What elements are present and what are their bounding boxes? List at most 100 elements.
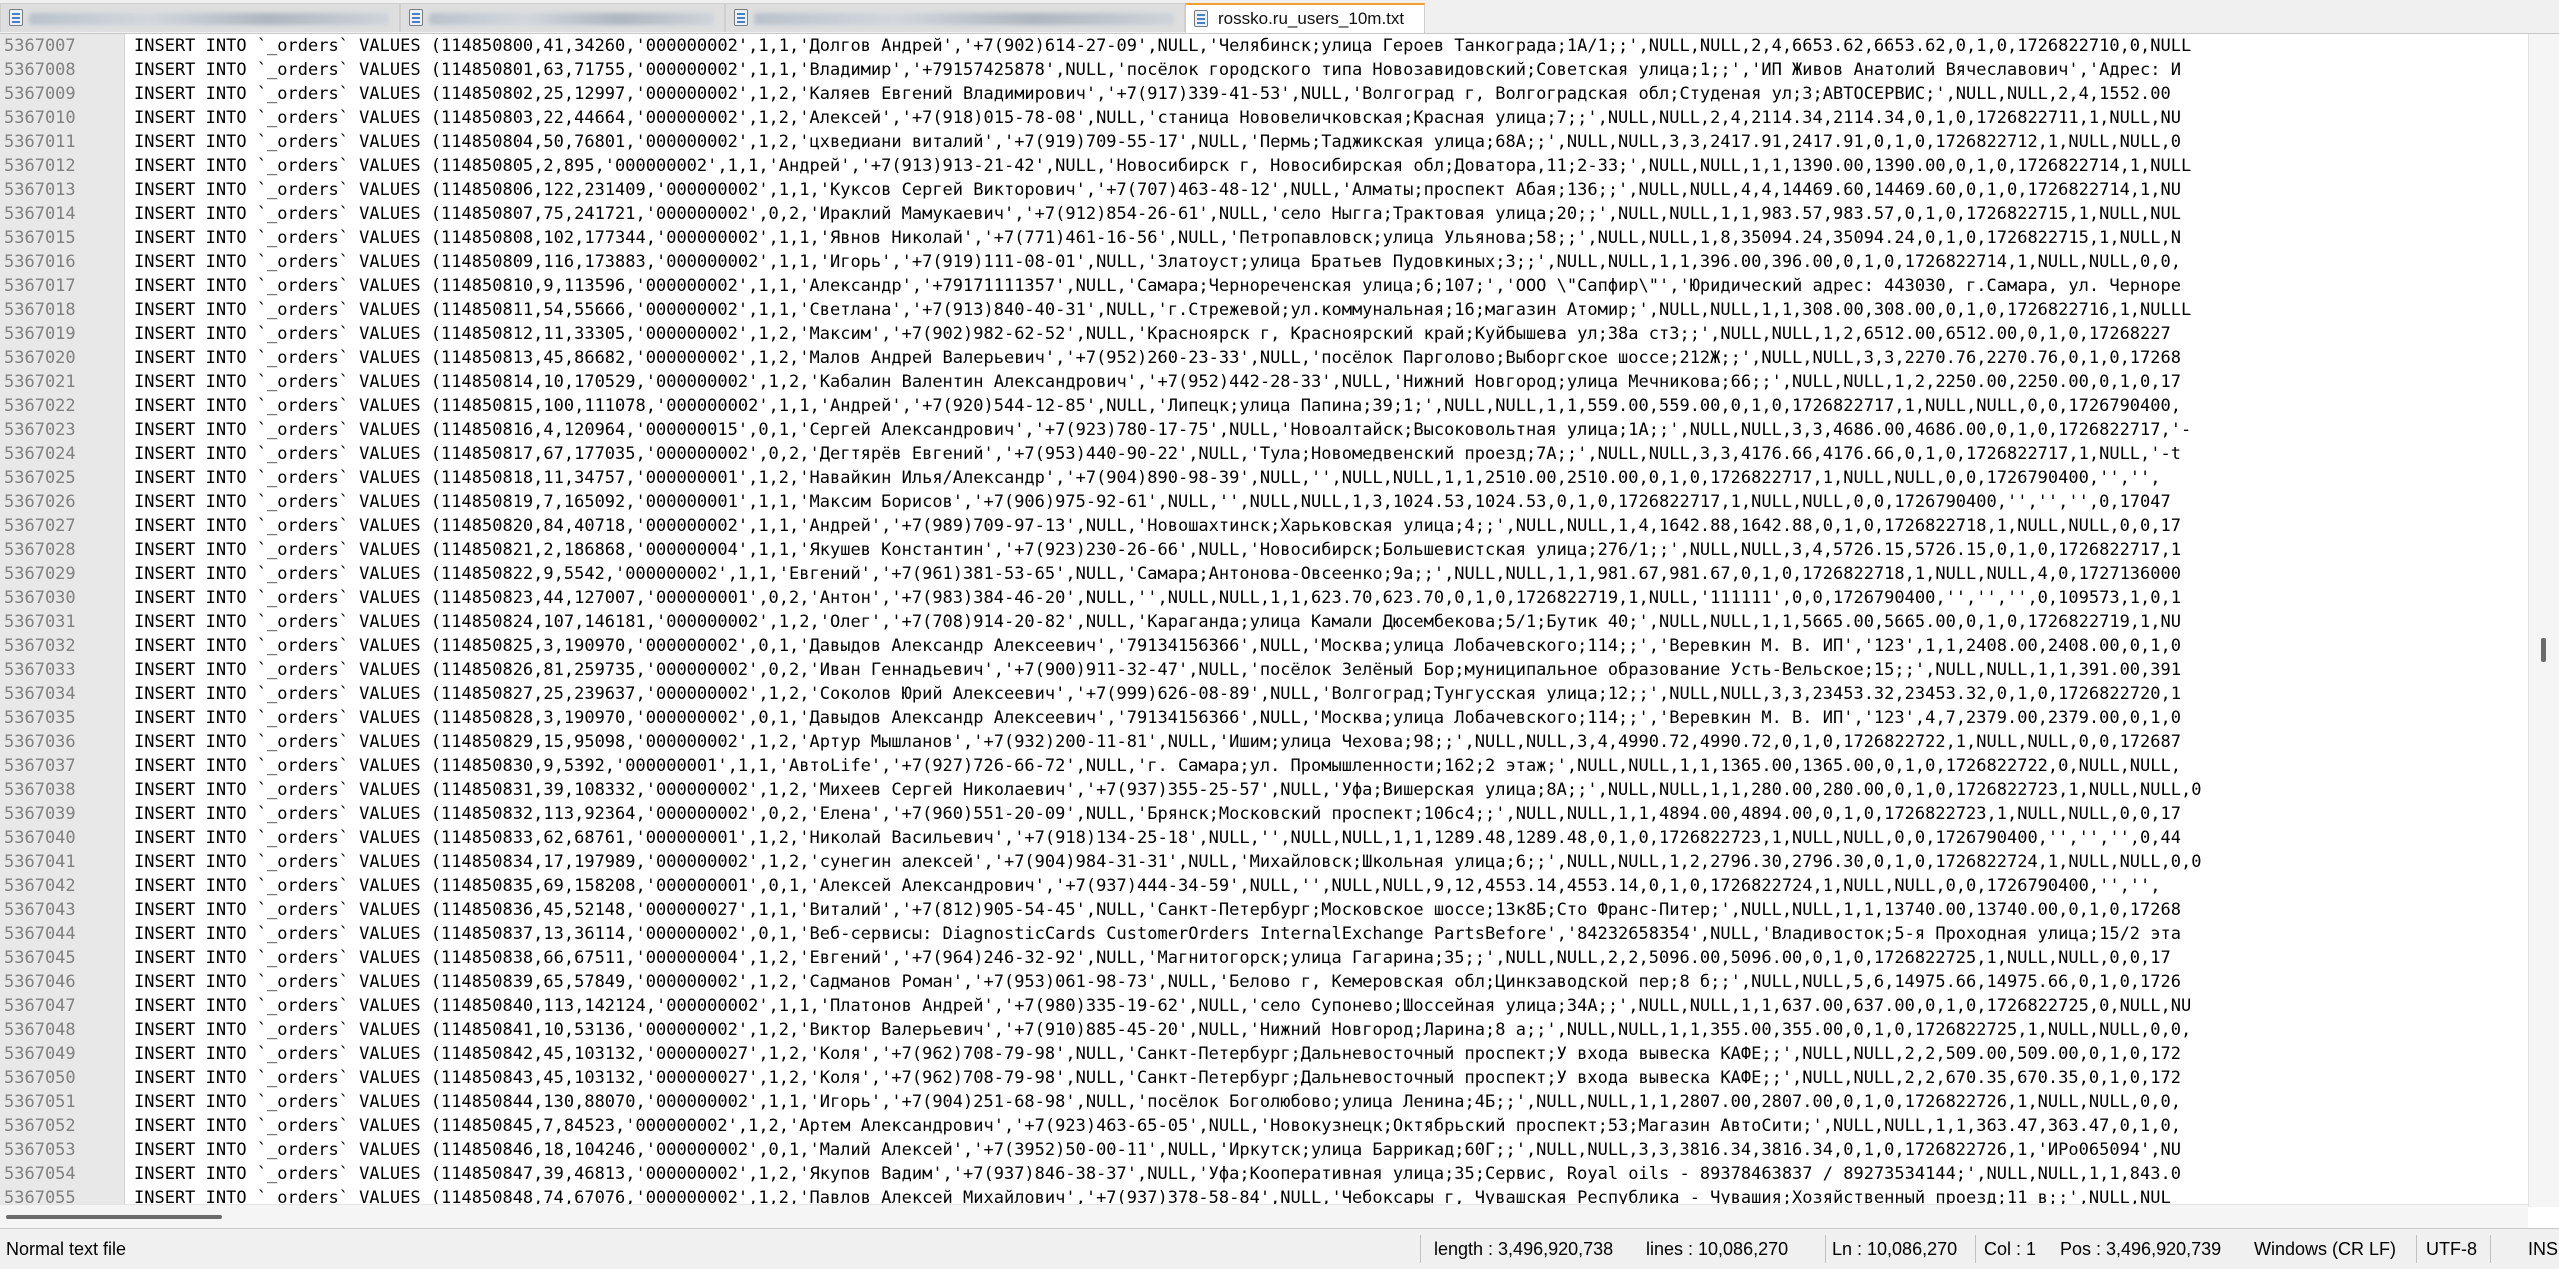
line-text[interactable]: INSERT INTO `_orders` VALUES (114850842,… [134,1042,2181,1066]
editor-line[interactable]: 5367031 INSERT INTO `_orders` VALUES (114… [0,610,2528,634]
editor-line[interactable]: 5367022 INSERT INTO `_orders` VALUES (114… [0,394,2528,418]
editor-line[interactable]: 5367012 INSERT INTO `_orders` VALUES (114… [0,154,2528,178]
editor-line[interactable]: 5367025 INSERT INTO `_orders` VALUES (114… [0,466,2528,490]
editor-line[interactable]: 5367019 INSERT INTO `_orders` VALUES (114… [0,322,2528,346]
editor-line[interactable]: 5367054 INSERT INTO `_orders` VALUES (114… [0,1162,2528,1186]
line-text[interactable]: INSERT INTO `_orders` VALUES (114850832,… [134,802,2181,826]
status-insert-mode[interactable]: INS [2522,1229,2558,1269]
line-text[interactable]: INSERT INTO `_orders` VALUES (114850827,… [134,682,2181,706]
line-text[interactable]: INSERT INTO `_orders` VALUES (114850809,… [134,250,2181,274]
editor-line[interactable]: 5367051 INSERT INTO `_orders` VALUES (114… [0,1090,2528,1114]
line-text[interactable]: INSERT INTO `_orders` VALUES (114850802,… [134,82,2171,106]
editor-line[interactable]: 5367037 INSERT INTO `_orders` VALUES (114… [0,754,2528,778]
line-text[interactable]: INSERT INTO `_orders` VALUES (114850840,… [134,994,2191,1018]
line-text[interactable]: INSERT INTO `_orders` VALUES (114850835,… [134,874,2161,898]
status-eol[interactable]: Windows (CR LF) [2248,1229,2396,1269]
editor-line[interactable]: 5367007 INSERT INTO `_orders` VALUES (114… [0,34,2528,58]
line-text[interactable]: INSERT INTO `_orders` VALUES (114850824,… [134,610,2181,634]
editor-line[interactable]: 5367021 INSERT INTO `_orders` VALUES (114… [0,370,2528,394]
editor-line[interactable]: 5367045 INSERT INTO `_orders` VALUES (114… [0,946,2528,970]
editor-line[interactable]: 5367016 INSERT INTO `_orders` VALUES (114… [0,250,2528,274]
editor-line[interactable]: 5367018 INSERT INTO `_orders` VALUES (114… [0,298,2528,322]
editor-line[interactable]: 5367032 INSERT INTO `_orders` VALUES (114… [0,634,2528,658]
status-encoding[interactable]: UTF-8 [2420,1229,2477,1269]
editor-line[interactable]: 5367026 INSERT INTO `_orders` VALUES (114… [0,490,2528,514]
line-text[interactable]: INSERT INTO `_orders` VALUES (114850820,… [134,514,2181,538]
line-text[interactable]: INSERT INTO `_orders` VALUES (114850836,… [134,898,2181,922]
line-text[interactable]: INSERT INTO `_orders` VALUES (114850826,… [134,658,2181,682]
vertical-scrollbar-thumb[interactable] [2541,638,2546,662]
vertical-scrollbar[interactable] [2528,34,2559,1207]
line-text[interactable]: INSERT INTO `_orders` VALUES (114850834,… [134,850,2201,874]
editor-line[interactable]: 5367017 INSERT INTO `_orders` VALUES (114… [0,274,2528,298]
editor-line[interactable]: 5367029 INSERT INTO `_orders` VALUES (114… [0,562,2528,586]
line-text[interactable]: INSERT INTO `_orders` VALUES (114850829,… [134,730,2181,754]
line-text[interactable]: INSERT INTO `_orders` VALUES (114850804,… [134,130,2181,154]
line-text[interactable]: INSERT INTO `_orders` VALUES (114850807,… [134,202,2181,226]
line-text[interactable]: INSERT INTO `_orders` VALUES (114850833,… [134,826,2181,850]
line-text[interactable]: INSERT INTO `_orders` VALUES (114850812,… [134,322,2171,346]
editor-line[interactable]: 5367009 INSERT INTO `_orders` VALUES (114… [0,82,2528,106]
editor-line[interactable]: 5367023 INSERT INTO `_orders` VALUES (114… [0,418,2528,442]
line-text[interactable]: INSERT INTO `_orders` VALUES (114850845,… [134,1114,2181,1138]
editor-line[interactable]: 5367015 INSERT INTO `_orders` VALUES (114… [0,226,2528,250]
line-text[interactable]: INSERT INTO `_orders` VALUES (114850814,… [134,370,2181,394]
line-text[interactable]: INSERT INTO `_orders` VALUES (114850800,… [134,34,2191,58]
line-text[interactable]: INSERT INTO `_orders` VALUES (114850813,… [134,346,2181,370]
line-text[interactable]: INSERT INTO `_orders` VALUES (114850825,… [134,634,2181,658]
editor-line[interactable]: 5367008 INSERT INTO `_orders` VALUES (114… [0,58,2528,82]
line-text[interactable]: INSERT INTO `_orders` VALUES (114850839,… [134,970,2181,994]
editor-line[interactable]: 5367038 INSERT INTO `_orders` VALUES (114… [0,778,2528,802]
editor-line[interactable]: 5367053 INSERT INTO `_orders` VALUES (114… [0,1138,2528,1162]
line-text[interactable]: INSERT INTO `_orders` VALUES (114850808,… [134,226,2181,250]
editor-line[interactable]: 5367044 INSERT INTO `_orders` VALUES (114… [0,922,2528,946]
editor-line[interactable]: 5367033 INSERT INTO `_orders` VALUES (114… [0,658,2528,682]
line-text[interactable]: INSERT INTO `_orders` VALUES (114850816,… [134,418,2191,442]
editor-line[interactable]: 5367034 INSERT INTO `_orders` VALUES (114… [0,682,2528,706]
line-text[interactable]: INSERT INTO `_orders` VALUES (114850837,… [134,922,2181,946]
editor-line[interactable]: 5367028 INSERT INTO `_orders` VALUES (114… [0,538,2528,562]
line-text[interactable]: INSERT INTO `_orders` VALUES (114850828,… [134,706,2181,730]
line-text[interactable]: INSERT INTO `_orders` VALUES (114850831,… [134,778,2201,802]
line-text[interactable]: INSERT INTO `_orders` VALUES (114850847,… [134,1162,2181,1186]
editor-line[interactable]: 5367027 INSERT INTO `_orders` VALUES (114… [0,514,2528,538]
line-text[interactable]: INSERT INTO `_orders` VALUES (114850815,… [134,394,2181,418]
line-text[interactable]: INSERT INTO `_orders` VALUES (114850806,… [134,178,2181,202]
line-text[interactable]: INSERT INTO `_orders` VALUES (114850805,… [134,154,2191,178]
editor-line[interactable]: 5367047 INSERT INTO `_orders` VALUES (114… [0,994,2528,1018]
line-text[interactable]: INSERT INTO `_orders` VALUES (114850803,… [134,106,2181,130]
line-text[interactable]: INSERT INTO `_orders` VALUES (114850818,… [134,466,2161,490]
horizontal-scrollbar[interactable] [0,1204,2528,1229]
editor-line[interactable]: 5367013 INSERT INTO `_orders` VALUES (114… [0,178,2528,202]
line-text[interactable]: INSERT INTO `_orders` VALUES (114850817,… [134,442,2181,466]
editor-line[interactable]: 5367046 INSERT INTO `_orders` VALUES (114… [0,970,2528,994]
tab-rossko-users[interactable]: rossko.ru_users_10m.txt [1185,3,1425,33]
editor-line[interactable]: 5367048 INSERT INTO `_orders` VALUES (114… [0,1018,2528,1042]
line-text[interactable]: INSERT INTO `_orders` VALUES (114850830,… [134,754,2181,778]
tab-blurred-3[interactable] [725,3,1185,32]
line-text[interactable]: INSERT INTO `_orders` VALUES (114850821,… [134,538,2181,562]
editor-line[interactable]: 5367011 INSERT INTO `_orders` VALUES (114… [0,130,2528,154]
tab-blurred-1[interactable] [0,3,400,32]
editor-line[interactable]: 5367024 INSERT INTO `_orders` VALUES (114… [0,442,2528,466]
editor-line[interactable]: 5367035 INSERT INTO `_orders` VALUES (114… [0,706,2528,730]
editor-line[interactable]: 5367014 INSERT INTO `_orders` VALUES (114… [0,202,2528,226]
line-text[interactable]: INSERT INTO `_orders` VALUES (114850819,… [134,490,2171,514]
line-text[interactable]: INSERT INTO `_orders` VALUES (114850801,… [134,58,2181,82]
editor-line[interactable]: 5367020 INSERT INTO `_orders` VALUES (114… [0,346,2528,370]
editor-line[interactable]: 5367010 INSERT INTO `_orders` VALUES (114… [0,106,2528,130]
editor-line[interactable]: 5367041 INSERT INTO `_orders` VALUES (114… [0,850,2528,874]
editor-line[interactable]: 5367049 INSERT INTO `_orders` VALUES (114… [0,1042,2528,1066]
line-text[interactable]: INSERT INTO `_orders` VALUES (114850844,… [134,1090,2181,1114]
tab-blurred-2[interactable] [400,3,725,32]
horizontal-scrollbar-thumb[interactable] [6,1215,222,1219]
line-text[interactable]: INSERT INTO `_orders` VALUES (114850823,… [134,586,2181,610]
line-text[interactable]: INSERT INTO `_orders` VALUES (114850846,… [134,1138,2181,1162]
text-editor[interactable]: 5367007 INSERT INTO `_orders` VALUES (114… [0,34,2559,1207]
editor-line[interactable]: 5367036 INSERT INTO `_orders` VALUES (114… [0,730,2528,754]
line-text[interactable]: INSERT INTO `_orders` VALUES (114850822,… [134,562,2181,586]
editor-line[interactable]: 5367040 INSERT INTO `_orders` VALUES (114… [0,826,2528,850]
line-text[interactable]: INSERT INTO `_orders` VALUES (114850838,… [134,946,2171,970]
editor-line[interactable]: 5367030 INSERT INTO `_orders` VALUES (114… [0,586,2528,610]
editor-line[interactable]: 5367042 INSERT INTO `_orders` VALUES (114… [0,874,2528,898]
